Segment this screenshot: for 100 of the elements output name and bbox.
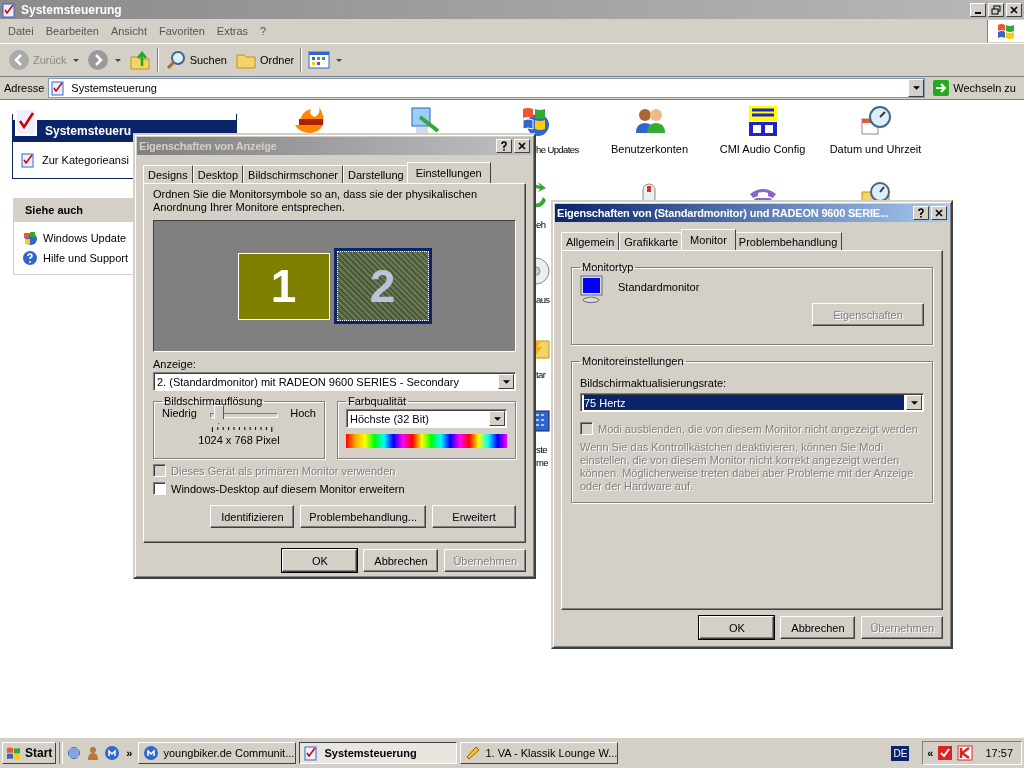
help-icon [22,250,38,266]
address-label: Adresse [4,82,45,94]
tab[interactable]: Monitor [681,229,736,250]
dialog-button[interactable]: Identifizieren [210,505,295,528]
tab[interactable]: Grafikkarte [619,232,684,250]
dialog-button[interactable]: Abbrechen [780,616,856,639]
field-label: Anzeige: [153,358,197,370]
caret-icon [910,400,918,405]
close-button[interactable] [931,206,947,220]
icon-label[interactable]: tar [536,368,546,381]
icon-label[interactable]: Benutzerkonten [610,143,689,156]
slider-thumb[interactable] [213,405,224,424]
monitor-icon [580,275,604,303]
dialog-button[interactable]: OK [699,616,775,639]
monitor-name: Standardmonitor [618,281,700,293]
search-icon [164,49,187,71]
checkmark-icon[interactable] [937,745,954,761]
icon-label[interactable]: aus [536,293,550,306]
k-mark-icon[interactable] [957,745,974,761]
checkbox[interactable] [153,482,166,495]
dropdown-button[interactable] [908,79,925,97]
icon-label[interactable]: he Updates [536,143,579,156]
dialog-button[interactable]: Abbrechen [363,549,439,572]
search-button[interactable]: Suchen [160,47,231,73]
menu-item[interactable]: Extras [210,25,255,37]
caret-icon [502,379,510,384]
menu-item[interactable]: Ansicht [104,25,153,37]
see-also-link[interactable]: Hilfe und Support [22,250,227,266]
menu-item[interactable]: ? [254,25,273,37]
more-toolbar-button[interactable]: » [123,747,136,759]
checklist-icon [2,1,18,18]
tab[interactable]: Allgemein [561,232,620,250]
icon-label[interactable]: me [536,456,548,469]
start-button[interactable]: Start [2,742,57,764]
checkbox-label: Windows-Desktop auf diesem Monitor erweitern [171,482,405,495]
dropdown-button[interactable] [498,374,514,389]
dialog-button[interactable]: Erweitert [432,505,516,528]
dropdown-button[interactable] [906,395,922,410]
globe-flag-icon[interactable] [520,105,552,137]
tab[interactable]: Desktop [192,165,244,183]
slider-max-label: Hoch [290,407,316,419]
clock-icon[interactable] [859,105,892,137]
tab[interactable]: Darstellung [343,165,409,183]
note-text: Wenn Sie das Kontrollkästchen deaktivieren, können Sie Modi einstellen, die von diesem Monitor nicht korrekt angezeigt werden können. Möglicherweise treten dabei aber Probleme mit der Anzeige oder der Hardware auf. [580,441,915,493]
see-also-link[interactable]: Windows Update [22,230,227,246]
menu-item[interactable]: Datei [2,25,40,37]
dialog-button[interactable]: OK [282,549,358,572]
caret-icon [72,58,79,62]
minimize-icon [975,11,981,14]
monitor-tile[interactable]: 1 [237,252,330,320]
tab[interactable]: Problembehandlung [733,232,843,250]
menu-item[interactable]: Bearbeiten [39,25,105,37]
flag-icon [996,21,1016,41]
tab[interactable]: Designs [143,165,193,183]
expand-tray-button[interactable]: « [927,747,934,759]
caret-icon [336,58,343,62]
window-title: Systemsteuerung [21,2,123,17]
messenger-icon [143,745,160,761]
taskbar-button[interactable]: 1. VA - Klassik Lounge W... [460,742,619,764]
icon-label[interactable]: ste [536,443,547,456]
taskbar-button[interactable]: youngbiker.de Communit... [138,742,297,764]
folders-button[interactable]: Ordner [230,47,299,73]
color-quality-dropdown[interactable]: Höchste (32 Bit) [346,409,507,428]
go-button[interactable]: Wechseln zu [929,80,1020,96]
taskbar-button[interactable]: Systemsteuerung [299,742,458,764]
panel-title: Systemsteueru [45,124,132,138]
views-icon [308,49,331,71]
address-field[interactable]: Systemsteuerung [48,78,926,98]
blocks-icon[interactable] [746,105,779,137]
dropdown-button[interactable] [489,411,505,426]
messenger-icon[interactable] [104,745,121,761]
dialog-title: Eigenschaften von (Standardmonitor) und RADEON 9600 SERIE... [557,207,890,219]
monitor-tile[interactable]: 2 [333,248,432,324]
dialog-title: Eigenschaften von Anzeige [139,140,278,152]
refresh-rate-dropdown[interactable]: 75 Hertz [580,393,924,412]
language-indicator[interactable]: DE [891,745,910,761]
caret-icon [493,416,501,421]
icon-label[interactable]: eh [536,218,546,231]
menu-item[interactable]: Favoriten [153,25,211,37]
checklist-icon [21,152,37,168]
close-icon [934,208,944,218]
instruction-text: Ordnen Sie die Monitorsymbole so an, dass sie der physikalischen Anordnung Ihrer Monitore entsprechen. [153,188,479,214]
display-dropdown[interactable]: 2. (Standardmonitor) mit RADEON 9600 SERIES - Secondary [153,372,516,391]
help-button[interactable] [913,206,929,220]
icon-label[interactable]: CMI Audio Config [719,143,806,156]
icon-label[interactable]: Datum und Uhrzeit [829,143,922,156]
question-mark-icon [499,141,509,151]
field-label: Bildschirmaktualisierungsrate: [580,377,728,389]
tab[interactable]: Bildschirmschoner [243,165,343,183]
tab[interactable]: Einstellungen [406,162,491,183]
dialog-button[interactable]: Problembehandlung... [300,505,426,528]
folder-up-icon [128,49,151,71]
category-view-link[interactable]: Zur Kategorieansi [21,152,228,168]
arrow-right-icon [933,80,950,96]
clock: 17:57 [985,747,1013,759]
pencil-icon [465,745,482,761]
close-icon [517,141,527,151]
group-title: Bildschirmauflösung [163,395,264,407]
browser-icon[interactable] [66,745,83,761]
group-title: Monitortyp [581,261,635,273]
